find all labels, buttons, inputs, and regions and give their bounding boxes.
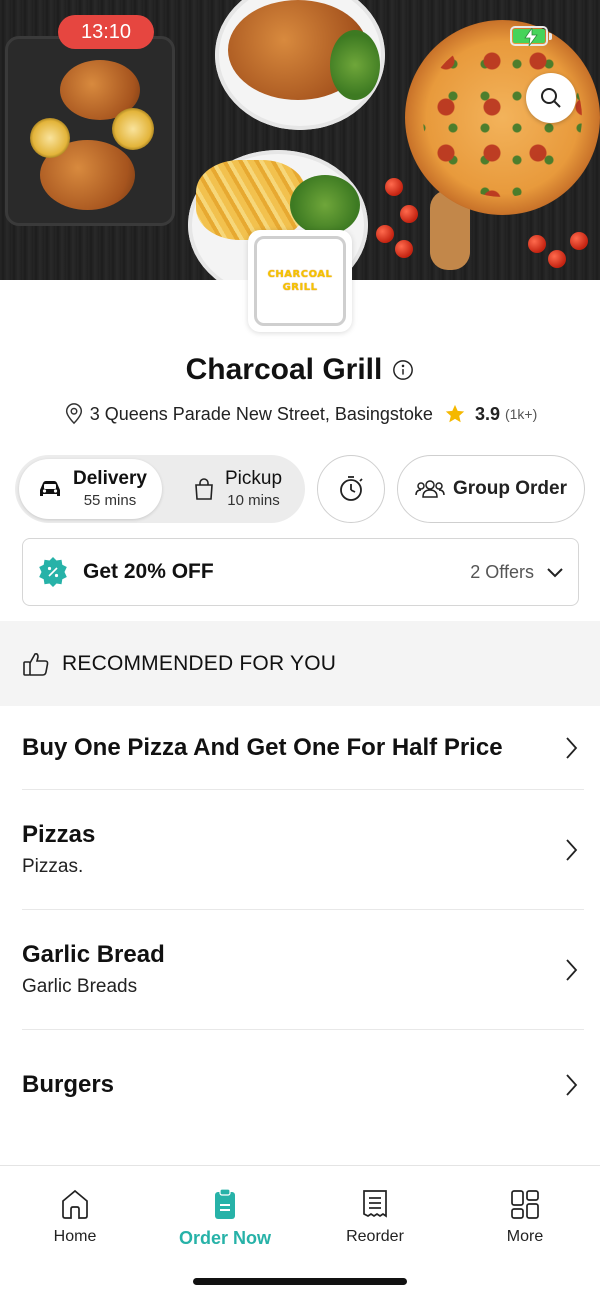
thumbs-up-icon	[23, 652, 49, 676]
discount-badge-icon	[39, 557, 67, 587]
pickup-option[interactable]: Pickup 10 mins	[175, 459, 305, 519]
order-now-icon	[215, 1188, 235, 1219]
battery-icon	[510, 26, 552, 46]
nav-label: More	[506, 1228, 544, 1245]
nav-label: Reorder	[346, 1228, 404, 1245]
rating-count: (1k+)	[504, 406, 538, 422]
menu-category-title: Pizzas	[22, 820, 96, 848]
menu-category-description: Pizzas.	[22, 855, 84, 877]
nav-label: Order Now	[178, 1228, 271, 1248]
star-icon	[445, 404, 465, 423]
offer-count: 2 Offers	[470, 561, 534, 582]
group-icon	[415, 480, 445, 498]
delivery-option[interactable]: Delivery 55 mins	[19, 459, 162, 519]
nav-more[interactable]: More	[465, 1188, 585, 1246]
menu-category-description: Garlic Breads	[22, 975, 138, 997]
menu-category-item[interactable]: Buy One Pizza And Get One For Half Price	[22, 706, 584, 790]
shopping-bag-icon	[195, 478, 213, 500]
offer-banner[interactable]: Get 20% OFF 2 Offers	[22, 538, 579, 606]
location-pin-icon	[65, 403, 82, 425]
menu-category-item[interactable]: Pizzas Pizzas.	[22, 790, 584, 910]
car-icon	[40, 481, 60, 496]
home-indicator	[193, 1278, 407, 1285]
chevron-down-icon	[547, 568, 563, 578]
nav-order-now[interactable]: Order Now	[165, 1188, 285, 1249]
chevron-right-icon	[566, 958, 578, 981]
recommended-title: RECOMMENDED FOR YOU	[62, 651, 337, 675]
menu-category-item[interactable]: Garlic Bread Garlic Breads	[22, 910, 584, 1030]
menu-category-item[interactable]: Burgers	[22, 1030, 584, 1140]
grid-icon	[511, 1190, 539, 1219]
group-order-label: Group Order	[452, 478, 567, 499]
offer-title: Get 20% OFF	[83, 560, 214, 583]
receipt-icon	[363, 1190, 387, 1218]
recommended-header: RECOMMENDED FOR YOU	[0, 621, 600, 706]
menu-category-title: Burgers	[22, 1071, 115, 1098]
nav-label: Home	[53, 1228, 97, 1245]
menu-category-title: Garlic Bread	[22, 940, 165, 968]
restaurant-logo: CHARCOAL GRILL	[248, 230, 352, 332]
home-icon	[62, 1189, 88, 1219]
group-order-button[interactable]: Group Order	[397, 455, 585, 523]
timer-icon	[340, 476, 363, 501]
menu-category-list: Buy One Pizza And Get One For Half Price…	[0, 706, 600, 1140]
nav-reorder[interactable]: Reorder	[315, 1188, 435, 1246]
order-mode-toggle: Delivery 55 mins Pickup 10 mins	[15, 455, 305, 523]
rating-value: 3.9	[474, 403, 500, 424]
chevron-right-icon	[566, 838, 578, 861]
search-button[interactable]	[526, 73, 576, 123]
chevron-right-icon	[566, 1074, 578, 1096]
search-icon	[541, 88, 561, 108]
restaurant-name: Charcoal Grill	[185, 353, 383, 386]
info-icon[interactable]	[392, 359, 414, 381]
delivery-label: Delivery	[73, 468, 147, 489]
chevron-right-icon	[566, 736, 578, 759]
delivery-time: 55 mins	[83, 492, 137, 509]
status-time: 13:10	[58, 15, 154, 49]
menu-category-title: Buy One Pizza And Get One For Half Price	[22, 733, 503, 761]
pickup-time: 10 mins	[227, 492, 280, 509]
restaurant-address: 3 Queens Parade New Street, Basingstoke	[89, 403, 433, 424]
schedule-button[interactable]	[317, 455, 385, 523]
nav-home[interactable]: Home	[15, 1188, 135, 1246]
pickup-label: Pickup	[225, 468, 283, 489]
